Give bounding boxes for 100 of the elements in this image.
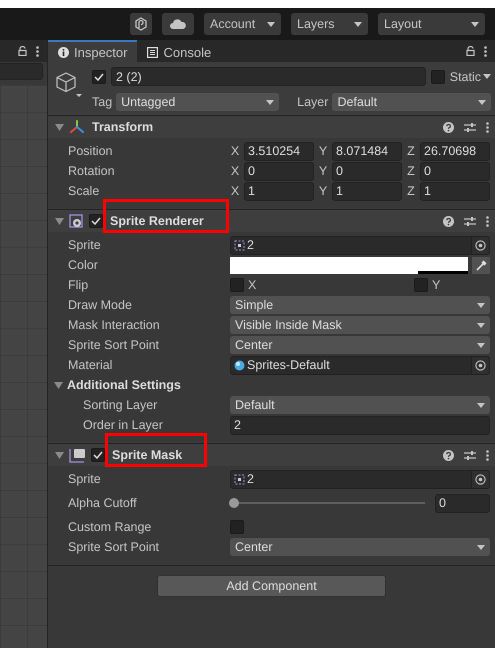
field-label: Scale [68,184,100,198]
menu-icon[interactable] [486,122,489,132]
number-field[interactable]: 3.510254 [244,142,314,160]
object-field[interactable]: Sprites-Default [230,356,490,374]
object-field[interactable]: 2 [230,236,490,254]
number-field[interactable]: 1 [244,182,314,200]
slider[interactable] [230,496,425,510]
enabled-checkbox[interactable] [91,448,105,462]
caret-icon [477,402,485,408]
tab[interactable]: Console [137,40,222,62]
axis-label: Y [318,164,328,178]
axis-label: Y [318,144,328,158]
component-header[interactable]: Sprite Mask [48,444,495,466]
sprite-renderer-icon [69,214,84,228]
toolbar-dropdown[interactable]: Layout [378,13,485,35]
number-field[interactable]: 0 [435,494,490,512]
cloud-button[interactable] [162,13,194,35]
checkbox[interactable] [230,520,244,534]
hexagon-icon [135,17,147,31]
field-label: Sprite [68,238,102,252]
component-header[interactable]: Transform [48,116,495,138]
sprite-icon [234,240,245,250]
component-title: Sprite Renderer [110,214,204,228]
menu-icon[interactable] [36,46,39,56]
toolbar-dropdown[interactable]: Layers [291,13,368,35]
axis-label: X [230,144,240,158]
enabled-checkbox[interactable] [89,214,103,228]
dropdown[interactable]: Default [332,93,491,111]
lock-icon[interactable] [466,46,475,56]
list-icon [147,46,158,58]
dropdown[interactable]: Center [230,538,490,556]
menu-icon[interactable] [484,46,487,56]
static-dropdown[interactable]: Static [450,70,491,84]
caret-icon [483,74,491,79]
name-field[interactable]: 2 (2) [111,67,426,86]
axis-label: Y [318,184,328,198]
toolbar-dropdown[interactable]: Account [204,13,281,35]
object-picker[interactable] [471,356,489,374]
help-icon[interactable] [443,450,454,460]
dropdown[interactable]: Simple [230,296,490,314]
active-checkbox[interactable] [92,70,106,84]
number-field[interactable]: 0 [332,162,402,180]
cube-icon[interactable] [56,72,82,98]
caret-icon [266,100,274,104]
menu-icon[interactable] [486,216,489,226]
number-field[interactable]: 0 [244,162,314,180]
menu-icon[interactable] [486,450,489,460]
expanded-triangle-icon[interactable] [55,450,64,460]
expanded-triangle-icon[interactable] [55,122,64,132]
number-field[interactable]: 1 [332,182,402,200]
axes-icon [69,120,85,134]
sliders-icon[interactable] [464,122,476,132]
number-field[interactable]: 0 [420,162,490,180]
collab-button[interactable] [130,13,152,35]
dropdown[interactable]: Visible Inside Mask [230,316,490,334]
checkbox[interactable] [414,278,428,292]
expanded-triangle-icon[interactable] [55,216,64,226]
target-icon [475,360,486,370]
axis-label: Z [406,144,416,158]
caret-icon [477,322,485,328]
component-title: Sprite Mask [112,448,182,462]
component-title: Transform [92,120,154,134]
field-label: Material [68,358,114,372]
object-picker[interactable] [471,470,489,488]
field-label: Flip [68,278,90,292]
caret-icon [267,22,275,26]
number-field[interactable]: 8.071484 [332,142,402,160]
help-icon[interactable] [443,122,454,132]
add-component-button[interactable]: Add Component [157,575,386,597]
caret-icon [471,22,479,26]
component-header[interactable]: Sprite Renderer [48,210,495,232]
lock-icon[interactable] [18,46,27,56]
object-field[interactable]: 2 [230,470,490,488]
number-field[interactable]: 1 [420,182,490,200]
eyedropper-button[interactable] [472,256,490,274]
slider-thumb[interactable] [229,498,239,508]
number-field[interactable]: 2 [230,416,490,434]
static-checkbox[interactable] [430,70,445,84]
checkbox-label: X [248,278,258,292]
field-label: Rotation [68,164,116,178]
sliders-icon[interactable] [464,450,476,460]
field-label: Sorting Layer [82,398,158,412]
number-field[interactable]: 26.70698 [420,142,490,160]
axis-label: X [230,184,240,198]
layer-label: Layer [297,95,328,109]
sliders-icon[interactable] [464,216,476,226]
expanded-triangle-icon[interactable] [54,380,63,390]
sphere-icon [234,360,245,370]
dropdown[interactable]: Untagged [116,93,280,111]
help-icon[interactable] [443,216,454,226]
tab[interactable]: Inspector [48,40,138,62]
dropdown[interactable]: Default [230,396,490,414]
object-picker[interactable] [471,236,489,254]
color-swatch[interactable] [230,256,468,274]
field-label: Alpha Cutoff [68,496,138,510]
checkbox[interactable] [230,278,244,292]
caret-icon [354,22,362,26]
checkbox-label: Y [432,278,442,292]
caret-icon [477,302,485,308]
dropdown[interactable]: Center [230,336,490,354]
